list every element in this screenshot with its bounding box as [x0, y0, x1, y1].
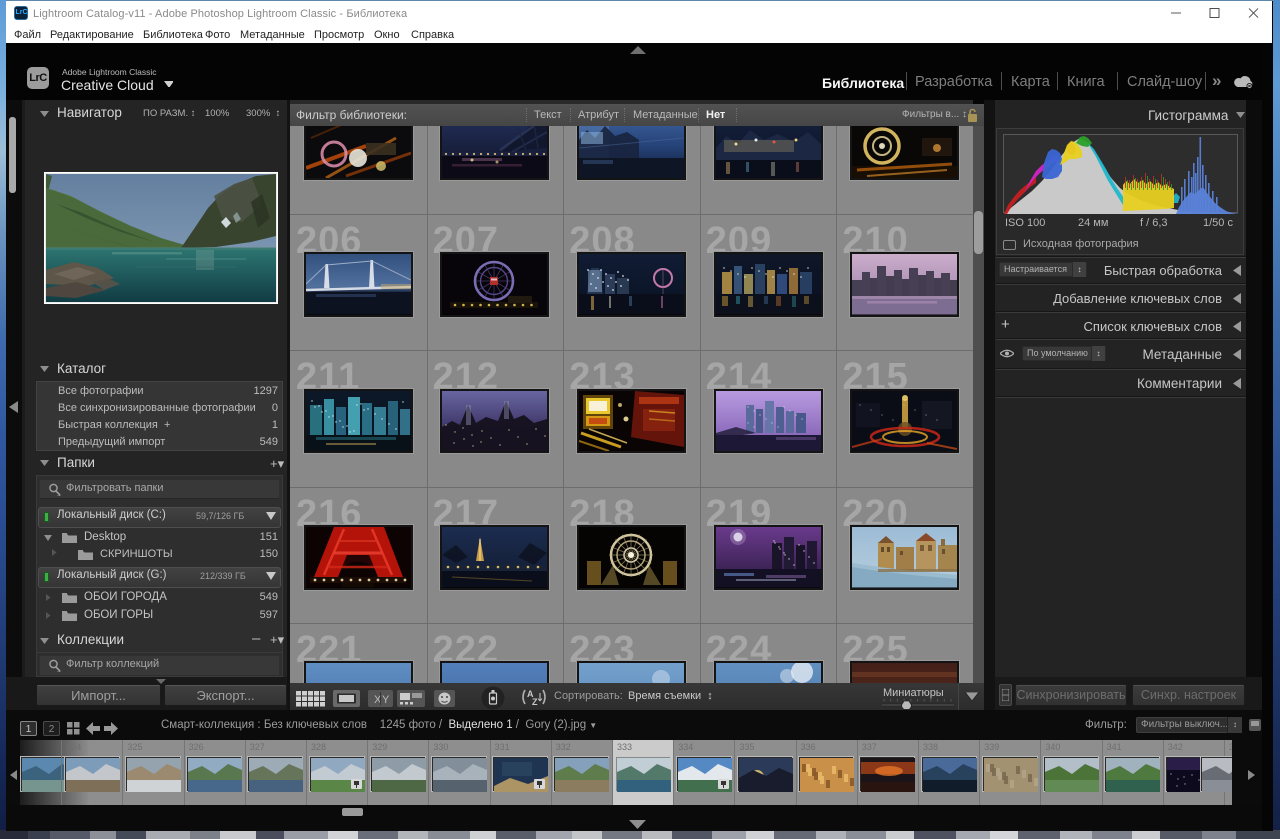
- svg-text:Z: Z: [532, 697, 538, 707]
- svg-text:Y: Y: [382, 694, 390, 706]
